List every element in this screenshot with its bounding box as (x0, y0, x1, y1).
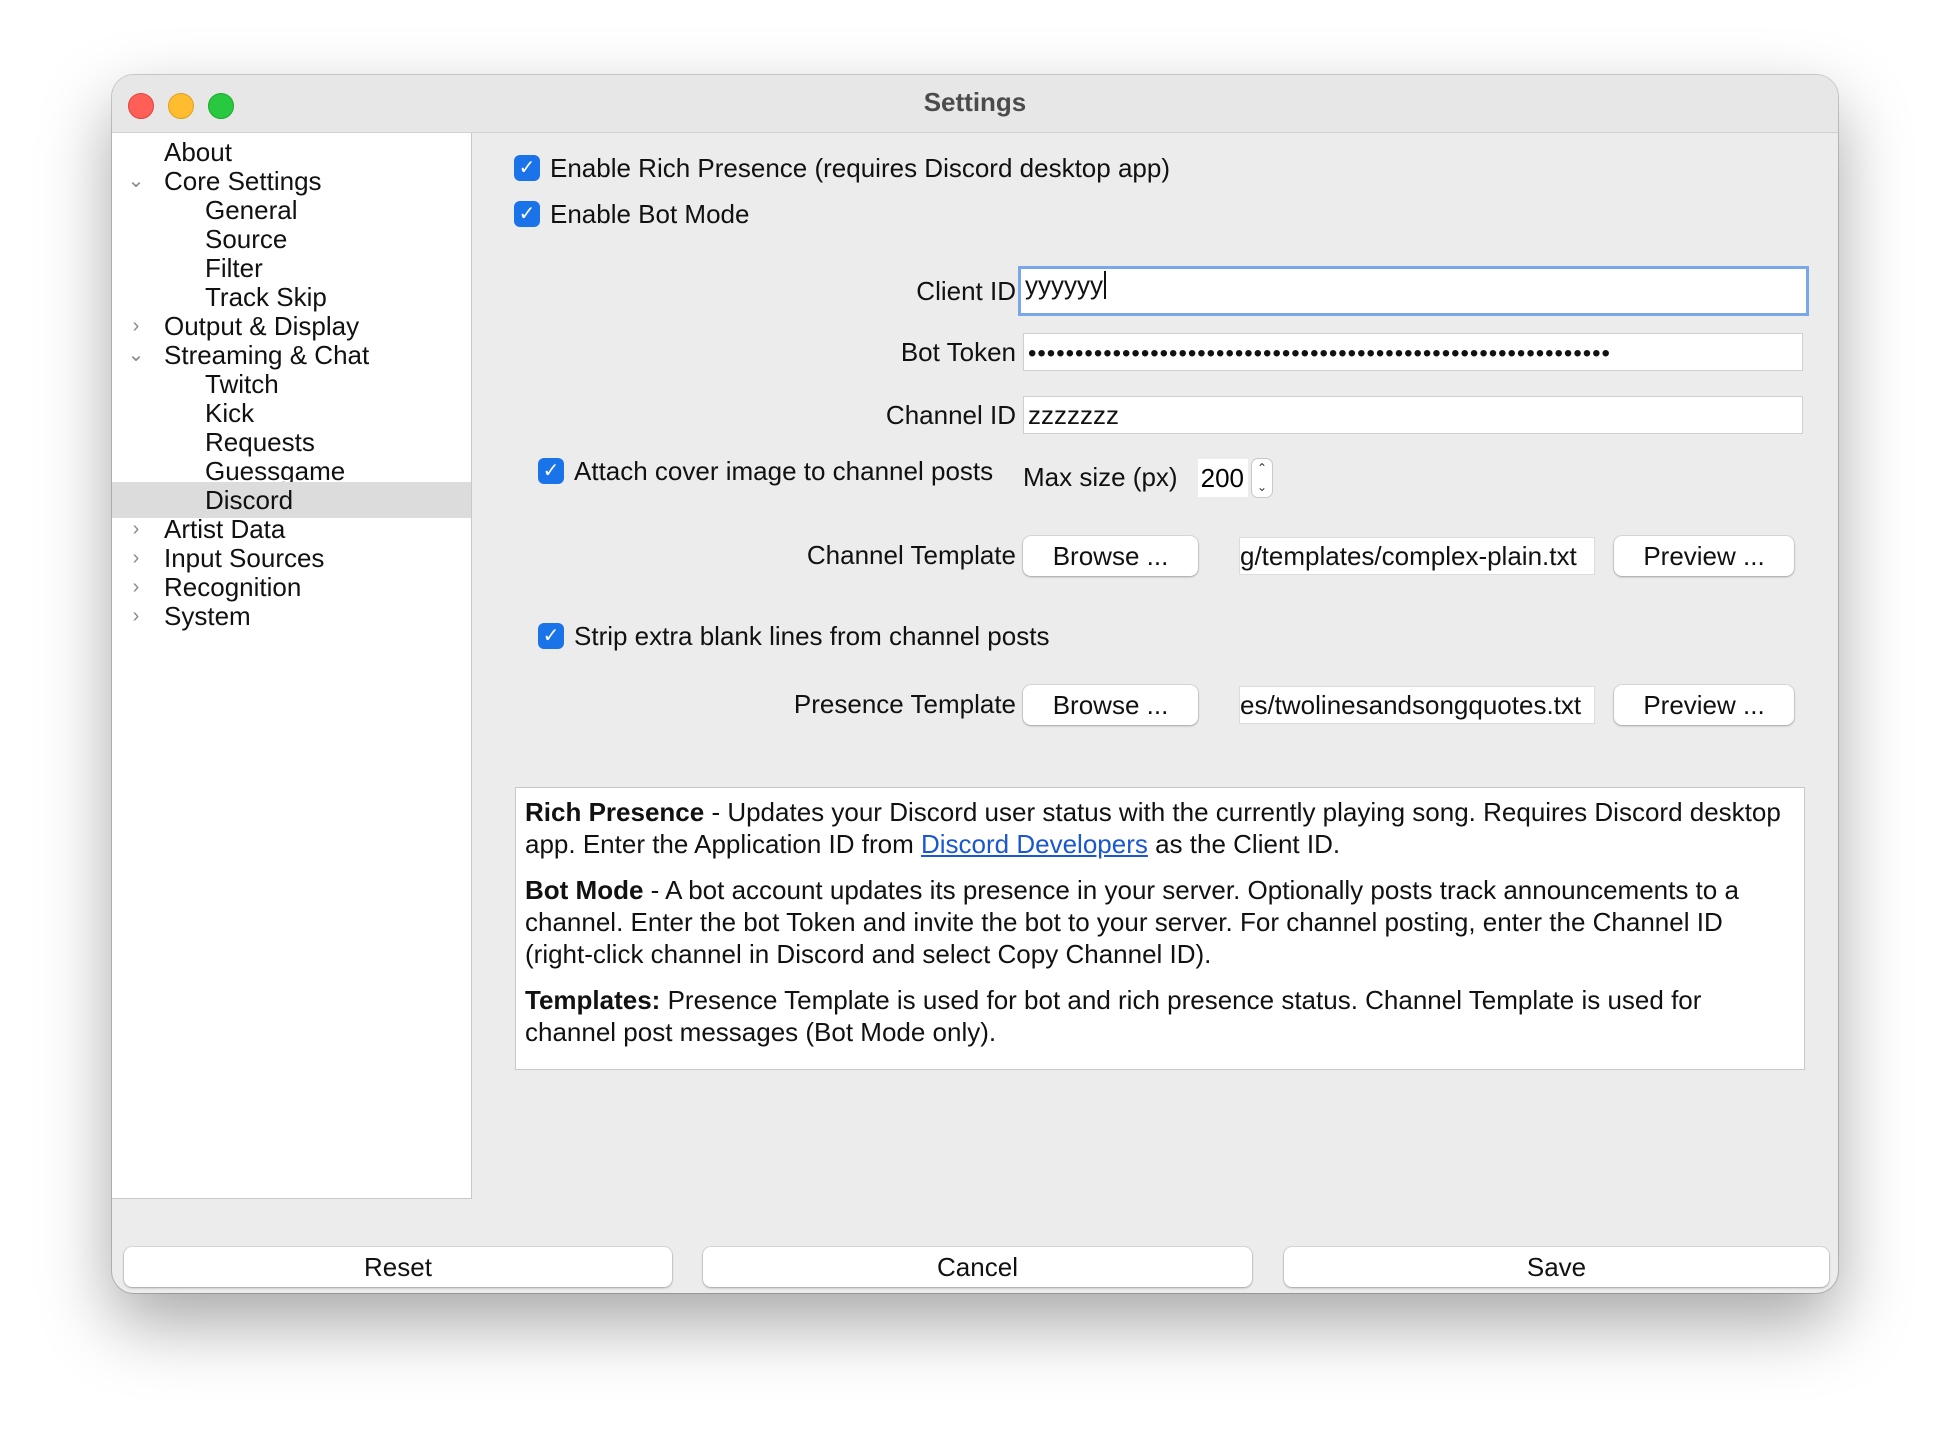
attach-cover-checkbox[interactable]: ✓ Attach cover image to channel posts (538, 453, 993, 489)
channel-id-value: zzzzzzz (1028, 400, 1119, 430)
channel-template-path-text: g/templates/complex-plain.txt (1240, 541, 1577, 571)
help-templates-title: Templates: (525, 985, 661, 1015)
client-id-label: Client ID (916, 276, 1016, 306)
reset-button[interactable]: Reset (124, 1247, 672, 1287)
help-rich-presence-text-end: as the Client ID. (1147, 829, 1341, 859)
sidebar-item-label: System (164, 601, 251, 631)
channel-id-label: Channel ID (885, 400, 1016, 430)
channel-template-path[interactable]: g/templates/complex-plain.txt (1239, 537, 1595, 575)
presence-template-browse-button[interactable]: Browse ... (1023, 685, 1198, 725)
presence-template-path[interactable]: es/twolinesandsongquotes.txt (1239, 686, 1595, 724)
help-bot-mode-title: Bot Mode (525, 875, 644, 905)
presence-template-label: Presence Template (793, 689, 1016, 719)
enable-bot-mode-checkbox[interactable]: ✓ Enable Bot Mode (514, 196, 749, 232)
chevron-right-icon[interactable]: › (126, 598, 146, 634)
help-rich-presence-title: Rich Presence (525, 797, 705, 827)
presence-template-path-text: es/twolinesandsongquotes.txt (1240, 690, 1582, 720)
help-bot-mode-text: - A bot account updates its presence in … (525, 875, 1739, 969)
title-bar: Settings (112, 75, 1838, 133)
help-templates: Templates: Presence Template is used for… (525, 984, 1795, 1048)
help-text-panel: Rich Presence - Updates your Discord use… (515, 787, 1805, 1070)
checkmark-icon[interactable]: ✓ (538, 623, 564, 649)
text-caret (1104, 271, 1106, 299)
channel-template-label: Channel Template (806, 540, 1016, 570)
channel-template-preview-button[interactable]: Preview ... (1614, 536, 1794, 576)
help-rich-presence: Rich Presence - Updates your Discord use… (525, 796, 1795, 860)
help-templates-text: Presence Template is used for bot and ri… (525, 985, 1702, 1047)
enable-bot-mode-label: Enable Bot Mode (550, 198, 750, 229)
max-size-input[interactable]: 200 (1198, 459, 1248, 497)
bot-token-masked-value: ••••••••••••••••••••••••••••••••••••••••… (1028, 340, 1611, 367)
settings-window: Settings About ⌄ Core Settings General S… (112, 75, 1838, 1293)
window-title: Settings (923, 87, 1027, 117)
cancel-button[interactable]: Cancel (703, 1247, 1252, 1287)
channel-template-browse-button[interactable]: Browse ... (1023, 536, 1198, 576)
checkmark-icon[interactable]: ✓ (514, 201, 540, 227)
max-size-stepper[interactable]: ⌃ ⌄ (1252, 459, 1272, 497)
enable-rich-presence-checkbox[interactable]: ✓ Enable Rich Presence (requires Discord… (514, 150, 1170, 186)
bot-token-label: Bot Token (900, 337, 1016, 367)
presence-template-preview-button[interactable]: Preview ... (1614, 685, 1794, 725)
help-bot-mode: Bot Mode - A bot account updates its pre… (525, 874, 1795, 970)
enable-rich-presence-label: Enable Rich Presence (requires Discord d… (550, 152, 1170, 183)
bot-token-input[interactable]: ••••••••••••••••••••••••••••••••••••••••… (1023, 333, 1803, 371)
attach-cover-label: Attach cover image to channel posts (574, 455, 994, 486)
checkmark-icon[interactable]: ✓ (538, 458, 564, 484)
channel-id-input[interactable]: zzzzzzz (1023, 396, 1803, 434)
strip-blank-lines-label: Strip extra blank lines from channel pos… (574, 620, 1050, 651)
chevron-down-icon[interactable]: ⌄ (1252, 478, 1272, 497)
chevron-up-icon[interactable]: ⌃ (1252, 459, 1272, 478)
sidebar-item-system[interactable]: › System (112, 598, 471, 634)
checkmark-icon[interactable]: ✓ (514, 155, 540, 181)
strip-blank-lines-checkbox[interactable]: ✓ Strip extra blank lines from channel p… (538, 618, 1049, 654)
client-id-input[interactable]: yyyyyy (1018, 266, 1809, 316)
client-id-value: yyyyyy (1025, 270, 1103, 300)
save-button[interactable]: Save (1284, 1247, 1829, 1287)
settings-sidebar: About ⌄ Core Settings General Source Fil… (112, 133, 472, 1199)
max-size-label: Max size (px) (1023, 462, 1178, 492)
discord-developers-link[interactable]: Discord Developers (921, 829, 1148, 859)
